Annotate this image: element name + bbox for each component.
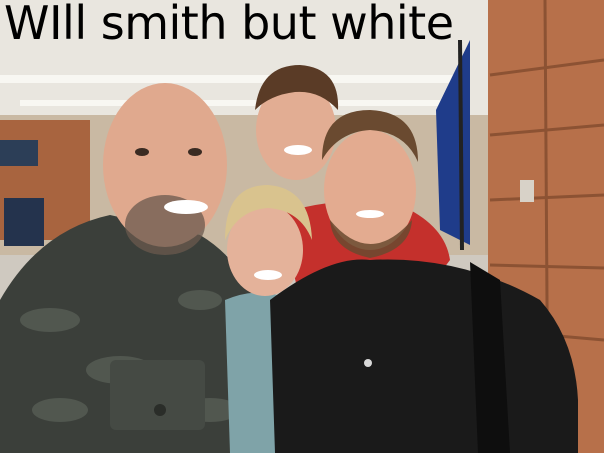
sign-board [4, 198, 44, 246]
ceiling-light [20, 100, 460, 106]
necklace-pendant [364, 359, 372, 367]
meme-caption: WIll smith but white [4, 0, 454, 50]
ceiling-light [0, 75, 470, 83]
flag-pole [458, 39, 464, 251]
jacket-button [154, 404, 166, 416]
man-left-smile [164, 200, 208, 214]
monitor-screen [0, 140, 38, 166]
wall-switch [520, 180, 534, 202]
jacket-pocket [110, 360, 205, 430]
meme-photo: WIll smith but white [0, 0, 604, 453]
selfie-scene [0, 0, 604, 453]
